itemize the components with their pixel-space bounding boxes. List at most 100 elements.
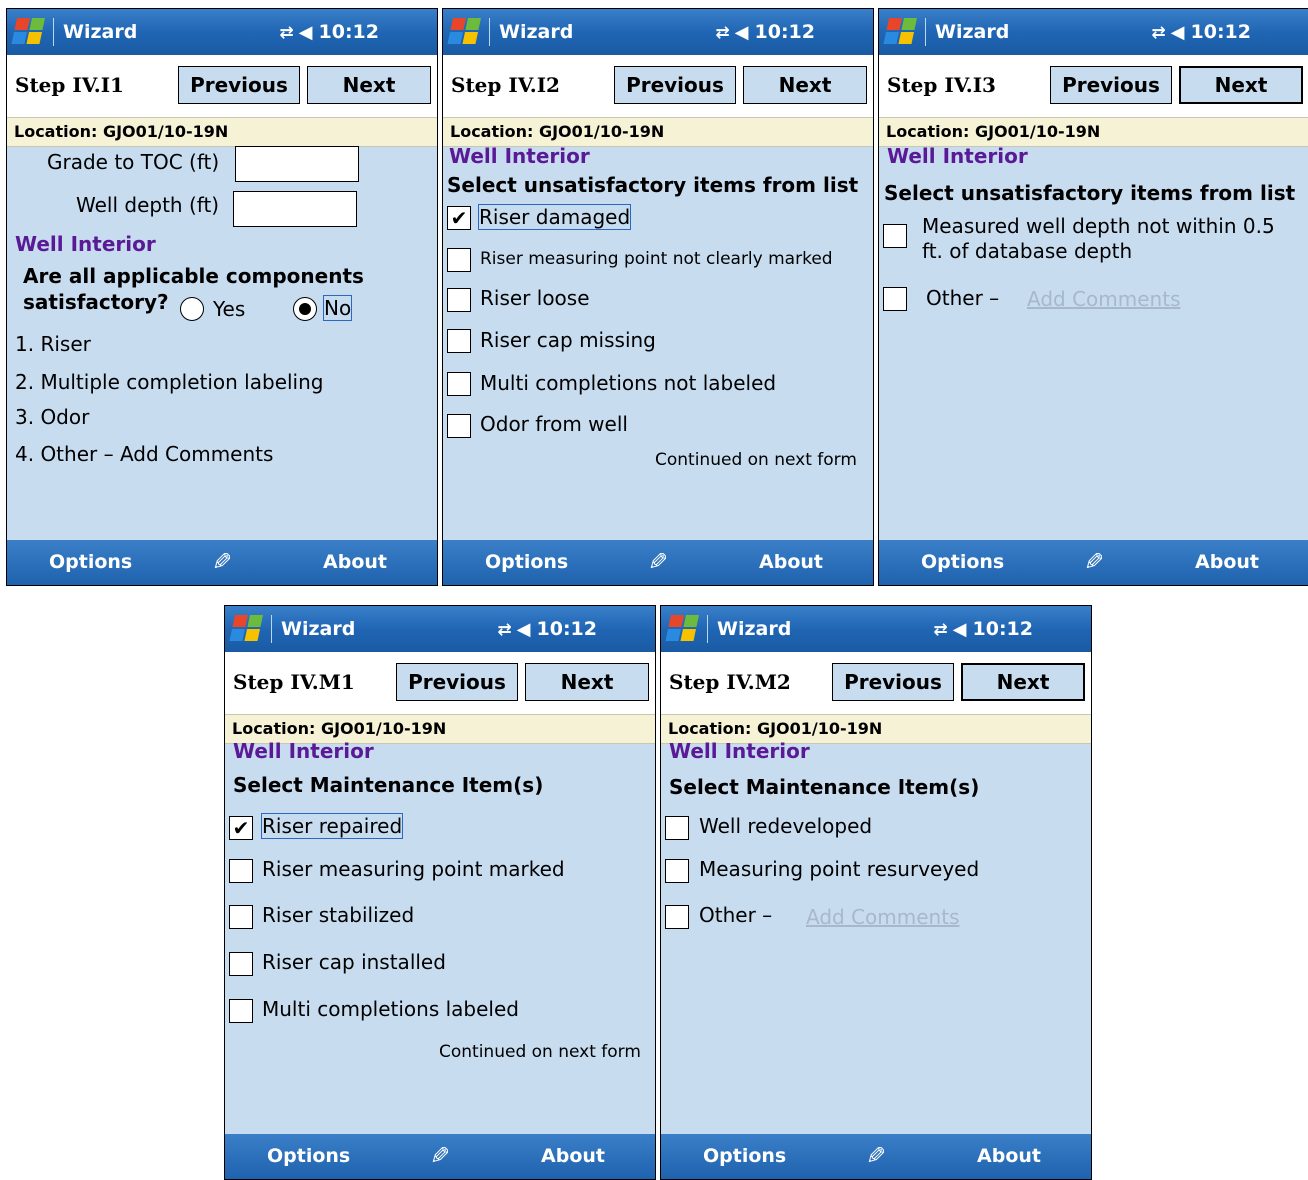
measuring-point-resurveyed-label[interactable]: Measuring point resurveyed [699, 857, 979, 881]
pen-input-icon[interactable]: ✎ [212, 548, 232, 576]
no-radio[interactable] [293, 297, 317, 321]
options-menu-button[interactable]: Options [267, 1145, 350, 1167]
multi-completions-checkbox[interactable] [447, 372, 471, 396]
app-title: Wizard [63, 21, 138, 43]
riser-measuring-point-marked-checkbox[interactable] [229, 859, 253, 883]
well-depth-mismatch-line-1[interactable]: Measured well depth not within 0.5 [922, 214, 1275, 238]
bottom-menu-bar: Options ✎ About [7, 540, 437, 585]
yes-label[interactable]: Yes [213, 297, 245, 321]
speaker-icon[interactable]: ◀ [1171, 22, 1185, 43]
windows-start-icon[interactable] [229, 615, 265, 643]
section-heading: Well Interior [449, 144, 590, 168]
options-menu-button[interactable]: Options [703, 1145, 786, 1167]
about-menu-button[interactable]: About [977, 1145, 1041, 1167]
speaker-icon[interactable]: ◀ [735, 22, 749, 43]
question-line-1: Are all applicable components [23, 264, 364, 288]
about-menu-button[interactable]: About [323, 551, 387, 573]
about-menu-button[interactable]: About [1195, 551, 1259, 573]
clock-time[interactable]: 10:12 [755, 21, 815, 43]
previous-button[interactable]: Previous [178, 66, 300, 104]
riser-damaged-checkbox[interactable]: ✔ [447, 206, 471, 230]
well-depth-mismatch-line-2[interactable]: ft. of database depth [922, 239, 1132, 263]
well-depth-input[interactable] [233, 191, 357, 227]
riser-cap-installed-checkbox[interactable] [229, 952, 253, 976]
riser-cap-missing-label[interactable]: Riser cap missing [480, 328, 656, 352]
riser-measuring-point-label[interactable]: Riser measuring point not clearly marked [480, 249, 833, 269]
clock-time[interactable]: 10:12 [319, 21, 379, 43]
riser-stabilized-checkbox[interactable] [229, 905, 253, 929]
step-label: Step IV.I1 [15, 73, 124, 97]
riser-stabilized-label[interactable]: Riser stabilized [262, 903, 414, 927]
multi-completions-label[interactable]: Multi completions not labeled [480, 371, 776, 395]
speaker-icon[interactable]: ◀ [517, 619, 531, 640]
speaker-icon[interactable]: ◀ [953, 619, 967, 640]
well-redeveloped-checkbox[interactable] [665, 816, 689, 840]
other-checkbox[interactable] [665, 905, 689, 929]
yes-radio[interactable] [180, 297, 204, 321]
windows-start-icon[interactable] [447, 18, 483, 46]
riser-cap-installed-label[interactable]: Riser cap installed [262, 950, 446, 974]
odor-label[interactable]: Odor from well [480, 412, 628, 436]
speaker-icon[interactable]: ◀ [299, 22, 313, 43]
riser-measuring-point-checkbox[interactable] [447, 248, 471, 272]
previous-button[interactable]: Previous [1050, 66, 1172, 104]
connectivity-icon[interactable]: ⇄ [933, 620, 947, 640]
riser-cap-missing-checkbox[interactable] [447, 329, 471, 353]
screen-step-iv-m2: Wizard ⇄ ◀ 10:12 Step IV.M2 Previous Next … [660, 605, 1092, 1180]
well-depth-mismatch-checkbox[interactable] [883, 224, 907, 248]
grade-to-toc-input[interactable] [235, 146, 359, 182]
pen-input-icon[interactable]: ✎ [1084, 548, 1104, 576]
options-menu-button[interactable]: Options [921, 551, 1004, 573]
next-button[interactable]: Next [525, 663, 649, 701]
riser-loose-label[interactable]: Riser loose [480, 286, 590, 310]
previous-button[interactable]: Previous [832, 663, 954, 701]
riser-measuring-point-marked-label[interactable]: Riser measuring point marked [262, 857, 565, 881]
clock-time[interactable]: 10:12 [1191, 21, 1251, 43]
riser-repaired-label[interactable]: Riser repaired [260, 813, 404, 839]
windows-start-icon[interactable] [11, 18, 47, 46]
add-comments-link[interactable]: Add Comments [1027, 287, 1181, 311]
list-item-4: 4. Other – Add Comments [15, 442, 274, 466]
connectivity-icon[interactable]: ⇄ [279, 23, 293, 43]
step-header: Step IV.I1 Previous Next [7, 55, 437, 117]
riser-damaged-label[interactable]: Riser damaged [477, 204, 632, 230]
multi-completions-labeled-label[interactable]: Multi completions labeled [262, 997, 519, 1021]
connectivity-icon[interactable]: ⇄ [1151, 23, 1165, 43]
app-title: Wizard [499, 21, 574, 43]
section-heading: Well Interior [15, 232, 156, 256]
riser-loose-checkbox[interactable] [447, 288, 471, 312]
measuring-point-resurveyed-checkbox[interactable] [665, 859, 689, 883]
about-menu-button[interactable]: About [541, 1145, 605, 1167]
windows-start-icon[interactable] [883, 18, 919, 46]
title-bar: Wizard ⇄ ◀ 10:12 [879, 9, 1308, 55]
pen-input-icon[interactable]: ✎ [866, 1142, 886, 1170]
about-menu-button[interactable]: About [759, 551, 823, 573]
next-button[interactable]: Next [307, 66, 431, 104]
other-checkbox[interactable] [883, 287, 907, 311]
options-menu-button[interactable]: Options [485, 551, 568, 573]
step-header: Step IV.I3 Previous Next [879, 55, 1308, 117]
other-label[interactable]: Other – [926, 286, 999, 310]
previous-button[interactable]: Previous [614, 66, 736, 104]
bottom-menu-bar: Options ✎ About [225, 1134, 655, 1179]
multi-completions-labeled-checkbox[interactable] [229, 999, 253, 1023]
add-comments-link[interactable]: Add Comments [806, 905, 960, 929]
next-button[interactable]: Next [1179, 66, 1303, 104]
next-button[interactable]: Next [961, 663, 1085, 701]
connectivity-icon[interactable]: ⇄ [497, 620, 511, 640]
windows-start-icon[interactable] [665, 615, 701, 643]
odor-checkbox[interactable] [447, 414, 471, 438]
clock-time[interactable]: 10:12 [537, 618, 597, 640]
pen-input-icon[interactable]: ✎ [430, 1142, 450, 1170]
well-redeveloped-label[interactable]: Well redeveloped [699, 814, 872, 838]
clock-time[interactable]: 10:12 [973, 618, 1033, 640]
riser-repaired-checkbox[interactable]: ✔ [229, 816, 253, 840]
no-label[interactable]: No [322, 295, 353, 321]
pen-input-icon[interactable]: ✎ [648, 548, 668, 576]
previous-button[interactable]: Previous [396, 663, 518, 701]
next-button[interactable]: Next [743, 66, 867, 104]
options-menu-button[interactable]: Options [49, 551, 132, 573]
connectivity-icon[interactable]: ⇄ [715, 23, 729, 43]
screen-step-iv-i1: Wizard ⇄ ◀ 10:12 Step IV.I1 Previous Next … [6, 8, 438, 586]
other-label[interactable]: Other – [699, 903, 772, 927]
